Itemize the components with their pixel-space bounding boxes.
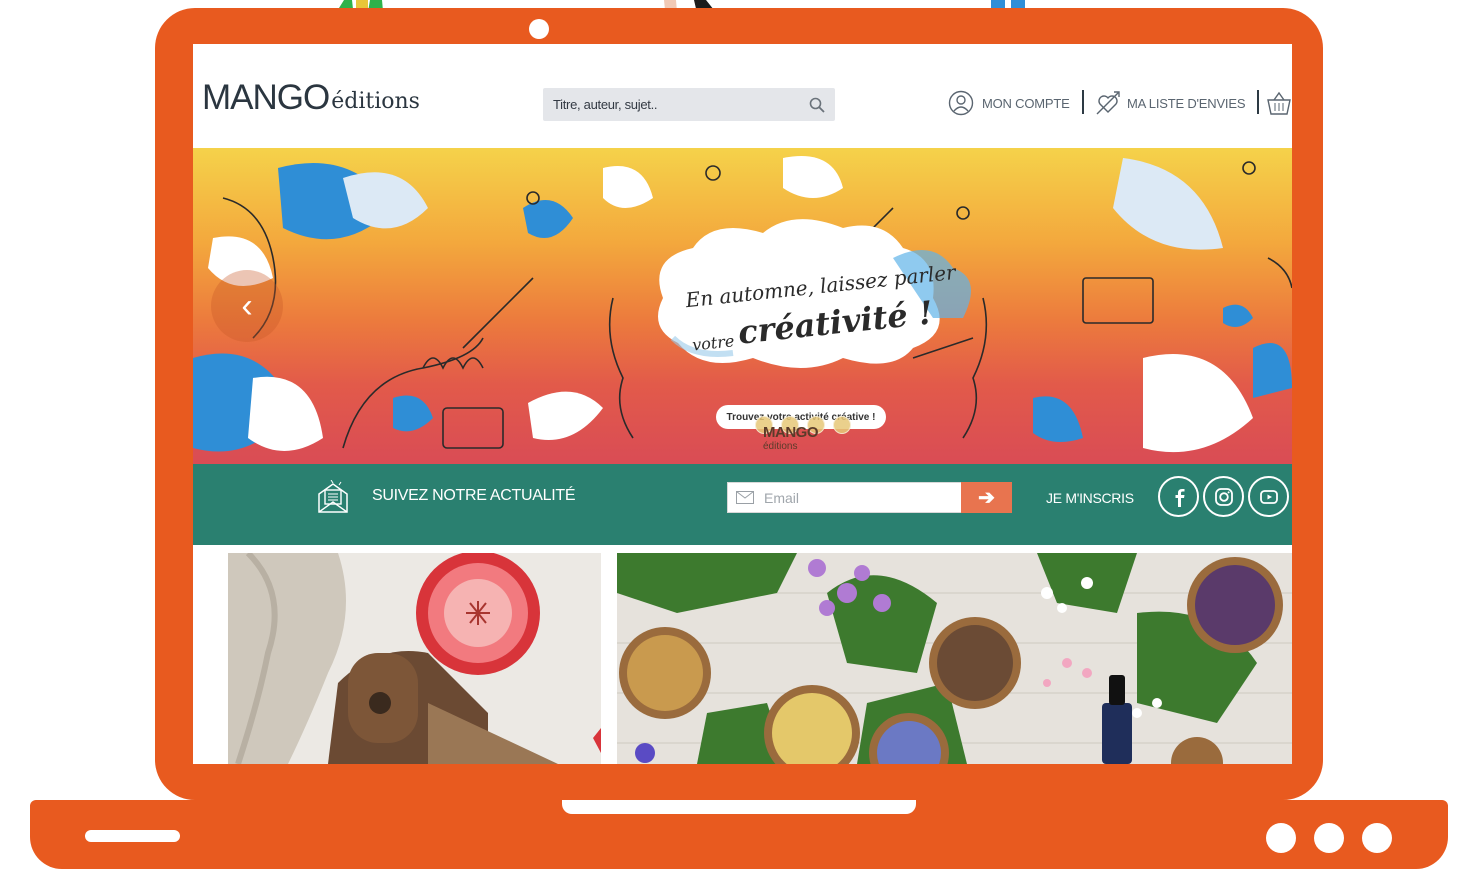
account-link[interactable]: MON COMPTE bbox=[948, 90, 1070, 116]
browser-screen: MANGO éditions Titre, auteur, sujet.. MO… bbox=[193, 44, 1292, 764]
email-field[interactable]: Email bbox=[727, 482, 962, 513]
site-header: MANGO éditions Titre, auteur, sujet.. MO… bbox=[193, 44, 1292, 148]
envelope-icon bbox=[736, 491, 754, 504]
search-icon[interactable] bbox=[809, 97, 825, 113]
carousel-prev-button[interactable]: ‹ bbox=[211, 270, 283, 342]
laptop-decor-bar bbox=[85, 830, 180, 842]
newsletter-title: SUIVEZ NOTRE ACTUALITÉ bbox=[372, 487, 576, 504]
arrow-right-icon: ➔ bbox=[978, 487, 995, 509]
heart-arrow-icon bbox=[1096, 91, 1120, 115]
newsletter-band: SUIVEZ NOTRE ACTUALITÉ Email ➔ JE M'INSC… bbox=[193, 464, 1292, 545]
logo-subtitle: éditions bbox=[331, 89, 420, 114]
email-placeholder: Email bbox=[764, 489, 800, 506]
banner-mini-logo: MANGO bbox=[763, 424, 819, 441]
laptop-decor-dot bbox=[1266, 823, 1296, 853]
email-submit-button[interactable]: ➔ bbox=[961, 482, 1012, 513]
apple-board-photo bbox=[228, 553, 601, 764]
laptop-notch bbox=[562, 800, 916, 814]
nav-divider bbox=[1257, 90, 1259, 114]
laptop-decor-dot bbox=[1362, 823, 1392, 853]
laptop-camera bbox=[529, 19, 549, 39]
chevron-left-icon: ‹ bbox=[241, 286, 253, 325]
user-circle-icon bbox=[948, 90, 974, 116]
instagram-button[interactable] bbox=[1203, 476, 1244, 517]
youtube-icon bbox=[1259, 489, 1278, 504]
subscribe-link[interactable]: JE M'INSCRIS bbox=[1046, 490, 1134, 506]
product-thumbnail[interactable] bbox=[617, 553, 1292, 764]
basket-icon[interactable] bbox=[1266, 90, 1292, 116]
herbs-bowls-photo bbox=[617, 553, 1292, 764]
instagram-icon bbox=[1214, 487, 1233, 506]
search-input[interactable]: Titre, auteur, sujet.. bbox=[553, 97, 809, 112]
laptop-mockup: MANGO éditions Titre, auteur, sujet.. MO… bbox=[0, 0, 1464, 869]
banner-mini-logo-sub: éditions bbox=[763, 441, 798, 452]
hero-banner[interactable]: En automne, laissez parler votre créativ… bbox=[193, 148, 1292, 464]
facebook-icon bbox=[1175, 488, 1184, 507]
site-logo[interactable]: MANGO éditions bbox=[202, 80, 420, 116]
wishlist-label: MA LISTE D'ENVIES bbox=[1127, 95, 1246, 111]
account-label: MON COMPTE bbox=[982, 95, 1070, 111]
youtube-button[interactable] bbox=[1248, 476, 1289, 517]
logo-wordmark: MANGO bbox=[202, 78, 330, 117]
nav-divider bbox=[1082, 90, 1084, 114]
search-bar[interactable]: Titre, auteur, sujet.. bbox=[543, 88, 835, 121]
facebook-button[interactable] bbox=[1158, 476, 1199, 517]
wishlist-link[interactable]: MA LISTE D'ENVIES bbox=[1095, 90, 1245, 116]
laptop-decor-dot bbox=[1314, 823, 1344, 853]
carousel-dot[interactable] bbox=[833, 416, 851, 434]
newspaper-icon bbox=[318, 480, 348, 513]
product-thumbnail[interactable] bbox=[228, 553, 601, 764]
